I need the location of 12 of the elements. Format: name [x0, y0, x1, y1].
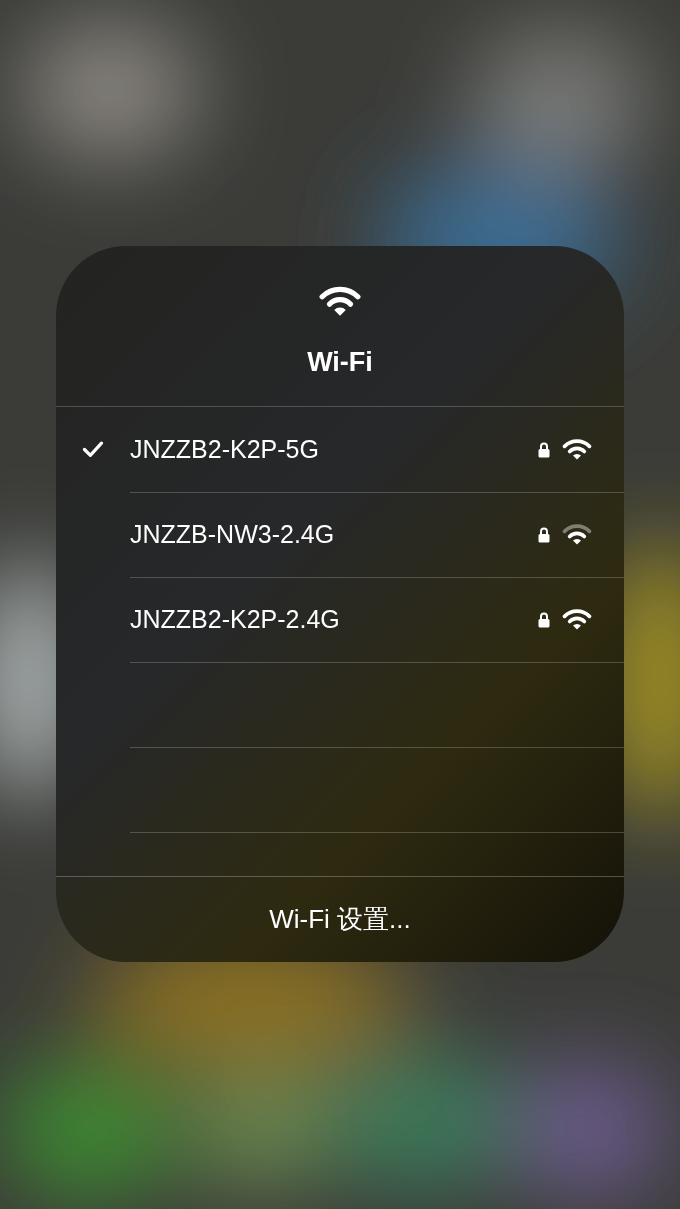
- network-row[interactable]: JNZZB2-K2P-2.4G: [56, 577, 624, 662]
- network-name: JNZZB-NW3-2.4G: [130, 519, 336, 551]
- network-row[interactable]: JNZZB-NW3-2.4G: [56, 492, 624, 577]
- wifi-signal-icon: [562, 524, 592, 546]
- wifi-signal-icon: [562, 609, 592, 631]
- wifi-settings-button[interactable]: Wi-Fi 设置...: [269, 900, 411, 939]
- network-row[interactable]: JNZZB2-K2P-5G: [56, 407, 624, 492]
- wifi-icon: [319, 286, 361, 318]
- panel-title: Wi-Fi: [307, 346, 373, 379]
- network-name: JNZZB2-K2P-5G: [130, 433, 320, 465]
- wifi-signal-icon: [562, 438, 592, 461]
- network-name: JNZZB2-K2P-2.4G: [130, 604, 341, 636]
